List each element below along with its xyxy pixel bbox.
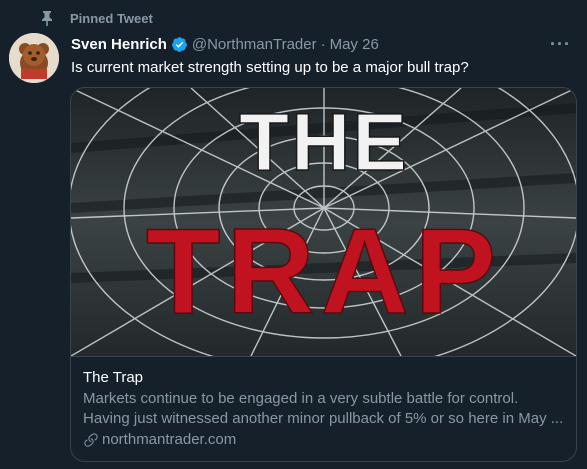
avatar[interactable] [9,33,59,83]
artwork-title-the: THE [239,97,409,188]
author-handle[interactable]: @NorthmanTrader [192,36,317,53]
card-description: Markets continue to be engaged in a very… [83,389,568,429]
more-options-icon[interactable]: ··· [550,34,571,55]
artwork-title-trap: TRAP [146,203,502,339]
pinned-tweet-indicator: Pinned Tweet [40,10,153,26]
tweet-header: Sven Henrich @NorthmanTrader · May 26 [71,36,379,53]
pinned-tweet-label: Pinned Tweet [70,10,153,26]
card-description-line: Markets continue to be engaged in a very… [83,390,519,407]
avatar-image [9,33,59,83]
link-preview-card[interactable]: THE TRAP The Trap Markets continue to be… [70,87,577,462]
tweet-date[interactable]: May 26 [330,36,379,53]
separator-dot: · [320,36,326,53]
tweet-text: Is current market strength setting up to… [71,59,469,76]
verified-badge-icon [171,37,187,52]
author-name[interactable]: Sven Henrich [71,36,167,53]
card-domain-text[interactable]: northmantrader.com [102,430,236,450]
card-image[interactable]: THE TRAP [71,88,576,357]
pin-icon [42,11,52,26]
card-description-line: Having just witnessed another minor pull… [83,410,564,427]
card-info: The Trap Markets continue to be engaged … [83,368,568,450]
spider-web-artwork: THE TRAP [71,88,576,356]
card-domain: northmantrader.com [83,430,568,450]
link-icon [84,433,98,447]
card-title: The Trap [83,369,144,386]
